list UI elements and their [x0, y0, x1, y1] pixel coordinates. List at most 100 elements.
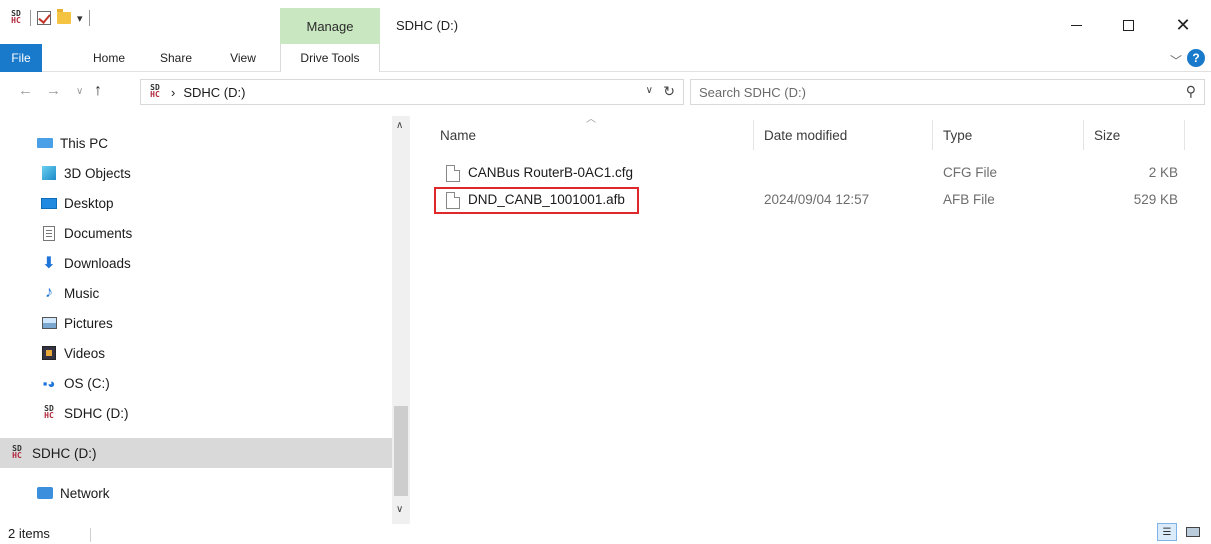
tab-view[interactable]: View [218, 44, 268, 72]
new-folder-icon[interactable] [57, 9, 71, 24]
sidebar-item-videos[interactable]: Videos [0, 338, 392, 368]
file-date: 2024/09/04 12:57 [764, 192, 870, 207]
tab-home[interactable]: Home [84, 44, 134, 72]
tab-manage[interactable]: Manage [280, 8, 380, 44]
details-view-icon: ☰ [1162, 526, 1172, 538]
pc-icon [36, 135, 54, 151]
column-divider[interactable] [1184, 120, 1185, 150]
file-type: AFB File [943, 192, 995, 207]
sidebar-item-this-pc[interactable]: This PC [0, 128, 392, 158]
customize-toolbar-dropdown-icon[interactable]: ▾ [77, 12, 83, 25]
sdhc-icon: SD HC [11, 9, 21, 25]
close-icon: ✕ [1175, 15, 1191, 35]
divider [90, 528, 91, 542]
documents-icon [40, 225, 58, 241]
videos-icon [40, 345, 58, 361]
network-icon [36, 485, 54, 501]
up-arrow-icon[interactable]: ↑ [94, 82, 102, 100]
sidebar-item-label: SDHC (D:) [32, 445, 97, 461]
column-divider[interactable] [932, 120, 933, 150]
search-icon: ⚲ [1185, 83, 1196, 99]
sidebar-item-sdhc-d[interactable]: SD HC SDHC (D:) [0, 398, 392, 428]
file-icon [446, 165, 460, 182]
file-name: CANBus RouterB-0AC1.cfg [468, 165, 634, 180]
sidebar-item-os-c[interactable]: ▪◕ OS (C:) [0, 368, 392, 398]
sdhc-icon: SD HC [12, 444, 22, 460]
search-input[interactable]: Search SDHC (D:) ⚲ [690, 79, 1205, 105]
breadcrumb-separator-icon[interactable]: › [171, 85, 175, 100]
status-item-count: 2 items [8, 526, 50, 541]
sidebar-item-label: Downloads [64, 255, 131, 271]
sidebar-item-label: Documents [64, 225, 133, 241]
column-header-size[interactable]: Size [1094, 120, 1184, 150]
refresh-icon[interactable]: ↻ [663, 83, 675, 100]
sidebar-item-network[interactable]: Network [0, 478, 392, 508]
ribbon-tabs: File Home Share View Drive Tools ﹀ ? [0, 44, 1211, 72]
column-divider[interactable] [753, 120, 754, 150]
tab-file[interactable]: File [0, 44, 42, 72]
sdhc-icon: SD HC [150, 83, 160, 99]
desktop-icon [40, 195, 58, 211]
maximize-button[interactable] [1105, 10, 1151, 40]
os-drive-icon: ▪◕ [42, 375, 56, 391]
sidebar-item-music[interactable]: ♪ Music [0, 278, 392, 308]
file-size: 2 KB [1148, 165, 1178, 180]
sdhc-icon: SD HC [44, 404, 54, 420]
music-icon: ♪ [45, 284, 53, 301]
sidebar-item-label: Music [64, 285, 100, 301]
tab-drive-tools[interactable]: Drive Tools [280, 44, 380, 72]
sidebar-item-desktop[interactable]: Desktop [0, 188, 392, 218]
downloads-icon: ⬇ [42, 255, 56, 272]
large-icons-view-icon [1186, 527, 1200, 537]
minimize-icon [1070, 24, 1082, 26]
scroll-up-icon[interactable]: ∧ [396, 120, 403, 131]
pictures-icon [40, 315, 58, 331]
minimize-button[interactable] [1053, 10, 1099, 40]
sidebar-item-label: Videos [64, 345, 106, 361]
back-arrow-icon[interactable]: ← [18, 82, 33, 99]
details-view-button[interactable]: ☰ [1157, 523, 1177, 541]
sidebar-item-label: Desktop [64, 195, 114, 211]
column-header-type[interactable]: Type [943, 120, 1083, 150]
sidebar-item-3d-objects[interactable]: 3D Objects [0, 158, 392, 188]
file-type: CFG File [943, 165, 997, 180]
address-bar[interactable]: SD HC › SDHC (D:) ∨ ↻ [140, 79, 684, 105]
sidebar-item-downloads[interactable]: ⬇ Downloads [0, 248, 392, 278]
maximize-icon [1122, 19, 1134, 31]
tab-share[interactable]: Share [146, 44, 206, 72]
sidebar-item-documents[interactable]: Documents [0, 218, 392, 248]
large-icons-view-button[interactable] [1183, 523, 1203, 541]
sidebar-item-label: SDHC (D:) [64, 405, 129, 421]
column-divider[interactable] [1083, 120, 1084, 150]
help-icon[interactable]: ? [1187, 49, 1205, 67]
divider [30, 10, 31, 26]
forward-arrow-icon[interactable]: → [46, 82, 61, 99]
divider [88, 10, 90, 26]
column-header-date[interactable]: Date modified [764, 120, 934, 150]
recent-locations-icon[interactable]: ∨ [76, 86, 83, 97]
scrollbar-thumb[interactable] [394, 406, 408, 496]
properties-icon[interactable] [37, 11, 51, 25]
file-row[interactable]: CANBus RouterB-0AC1.cfg CFG File 2 KB [440, 161, 1205, 187]
3d-objects-icon [40, 165, 58, 181]
column-header-name[interactable]: Name [440, 120, 760, 150]
sidebar-item-label: This PC [60, 135, 109, 151]
sidebar-scrollbar[interactable]: ∧ ∨ [392, 116, 410, 524]
sidebar-item-label: OS (C:) [64, 375, 110, 391]
scroll-down-icon[interactable]: ∨ [396, 504, 403, 515]
quick-access-toolbar: SD HC ▾ [8, 9, 90, 26]
sidebar-item-label: 3D Objects [64, 165, 131, 181]
sidebar-item-label: Network [60, 485, 110, 501]
file-size: 529 KB [1133, 192, 1178, 207]
sidebar-item-label: Pictures [64, 315, 113, 331]
sidebar-item-pictures[interactable]: Pictures [0, 308, 392, 338]
expand-ribbon-icon[interactable]: ﹀ [1170, 52, 1182, 69]
address-dropdown-icon[interactable]: ∨ [646, 85, 653, 96]
breadcrumb[interactable]: SDHC (D:) [183, 85, 245, 100]
highlight-box [434, 187, 639, 214]
navigation-bar: ← → ∨ ↑ SD HC › SDHC (D:) ∨ ↻ Search SDHC… [0, 76, 1211, 108]
search-placeholder: Search SDHC (D:) [699, 84, 806, 100]
navigation-pane: This PC 3D Objects Desktop Documents ⬇ D… [0, 120, 392, 520]
close-button[interactable]: ✕ [1160, 10, 1206, 40]
sidebar-item-sdhc-d-root[interactable]: SD HC SDHC (D:) [0, 438, 392, 468]
